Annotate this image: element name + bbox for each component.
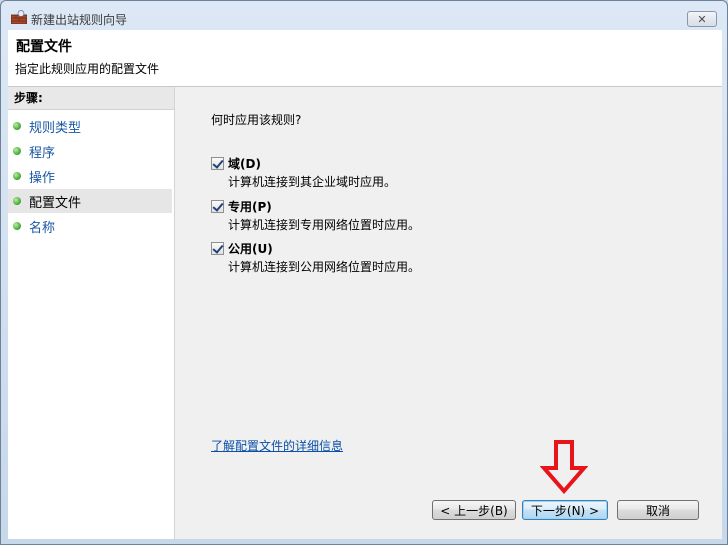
green-bullet-icon — [13, 222, 21, 230]
main-panel: 何时应用该规则? 域(D) 计算机连接到其企业域时应用。 专用(P) 计算机连接… — [176, 87, 722, 539]
page-header: 配置文件 指定此规则应用的配置文件 — [8, 30, 722, 87]
close-button[interactable]: ✕ — [687, 11, 717, 27]
title-bar: 新建出站规则向导 ✕ — [1, 1, 727, 31]
public-label[interactable]: 公用(U) — [228, 240, 273, 257]
green-bullet-icon — [13, 147, 21, 155]
public-checkbox[interactable] — [211, 242, 224, 255]
step-label: 程序 — [29, 145, 56, 161]
back-button[interactable]: < 上一步(B) — [432, 500, 516, 520]
step-label: 配置文件 — [29, 195, 82, 211]
page-subtitle: 指定此规则应用的配置文件 — [15, 62, 160, 76]
domain-checkbox[interactable] — [211, 157, 224, 170]
private-checkbox[interactable] — [211, 200, 224, 213]
public-description: 计算机连接到公用网络位置时应用。 — [228, 260, 421, 274]
wizard-window: 新建出站规则向导 ✕ 配置文件 指定此规则应用的配置文件 步骤: 规则类型 程序… — [0, 0, 728, 545]
private-description: 计算机连接到专用网络位置时应用。 — [228, 218, 421, 232]
private-label[interactable]: 专用(P) — [228, 198, 272, 215]
step-label: 规则类型 — [29, 120, 82, 136]
firewall-app-icon — [11, 10, 27, 24]
green-bullet-icon — [13, 172, 21, 180]
step-action[interactable]: 操作 — [8, 164, 172, 188]
step-label: 名称 — [29, 220, 56, 236]
step-program[interactable]: 程序 — [8, 139, 172, 163]
step-name[interactable]: 名称 — [8, 214, 172, 238]
step-rule-type[interactable]: 规则类型 — [8, 114, 172, 138]
red-down-arrow-icon — [540, 440, 588, 494]
cancel-button[interactable]: 取消 — [617, 500, 699, 520]
step-label: 操作 — [29, 170, 56, 186]
steps-sidebar: 步骤: 规则类型 程序 操作 配置文件 名称 — [8, 87, 175, 539]
close-icon: ✕ — [697, 12, 707, 26]
domain-description: 计算机连接到其企业域时应用。 — [228, 175, 397, 189]
domain-label[interactable]: 域(D) — [228, 155, 261, 172]
learn-more-link[interactable]: 了解配置文件的详细信息 — [211, 437, 343, 454]
green-bullet-icon — [13, 122, 21, 130]
steps-header: 步骤: — [8, 87, 174, 110]
window-title: 新建出站规则向导 — [31, 13, 128, 27]
page-title: 配置文件 — [16, 39, 72, 55]
next-button[interactable]: 下一步(N) > — [522, 500, 608, 520]
wizard-content: 步骤: 规则类型 程序 操作 配置文件 名称 何时应用该规则? 域(D) 计算机… — [8, 87, 722, 539]
green-bullet-icon — [13, 197, 21, 205]
apply-question: 何时应用该规则? — [211, 113, 302, 127]
step-profile[interactable]: 配置文件 — [8, 189, 172, 213]
